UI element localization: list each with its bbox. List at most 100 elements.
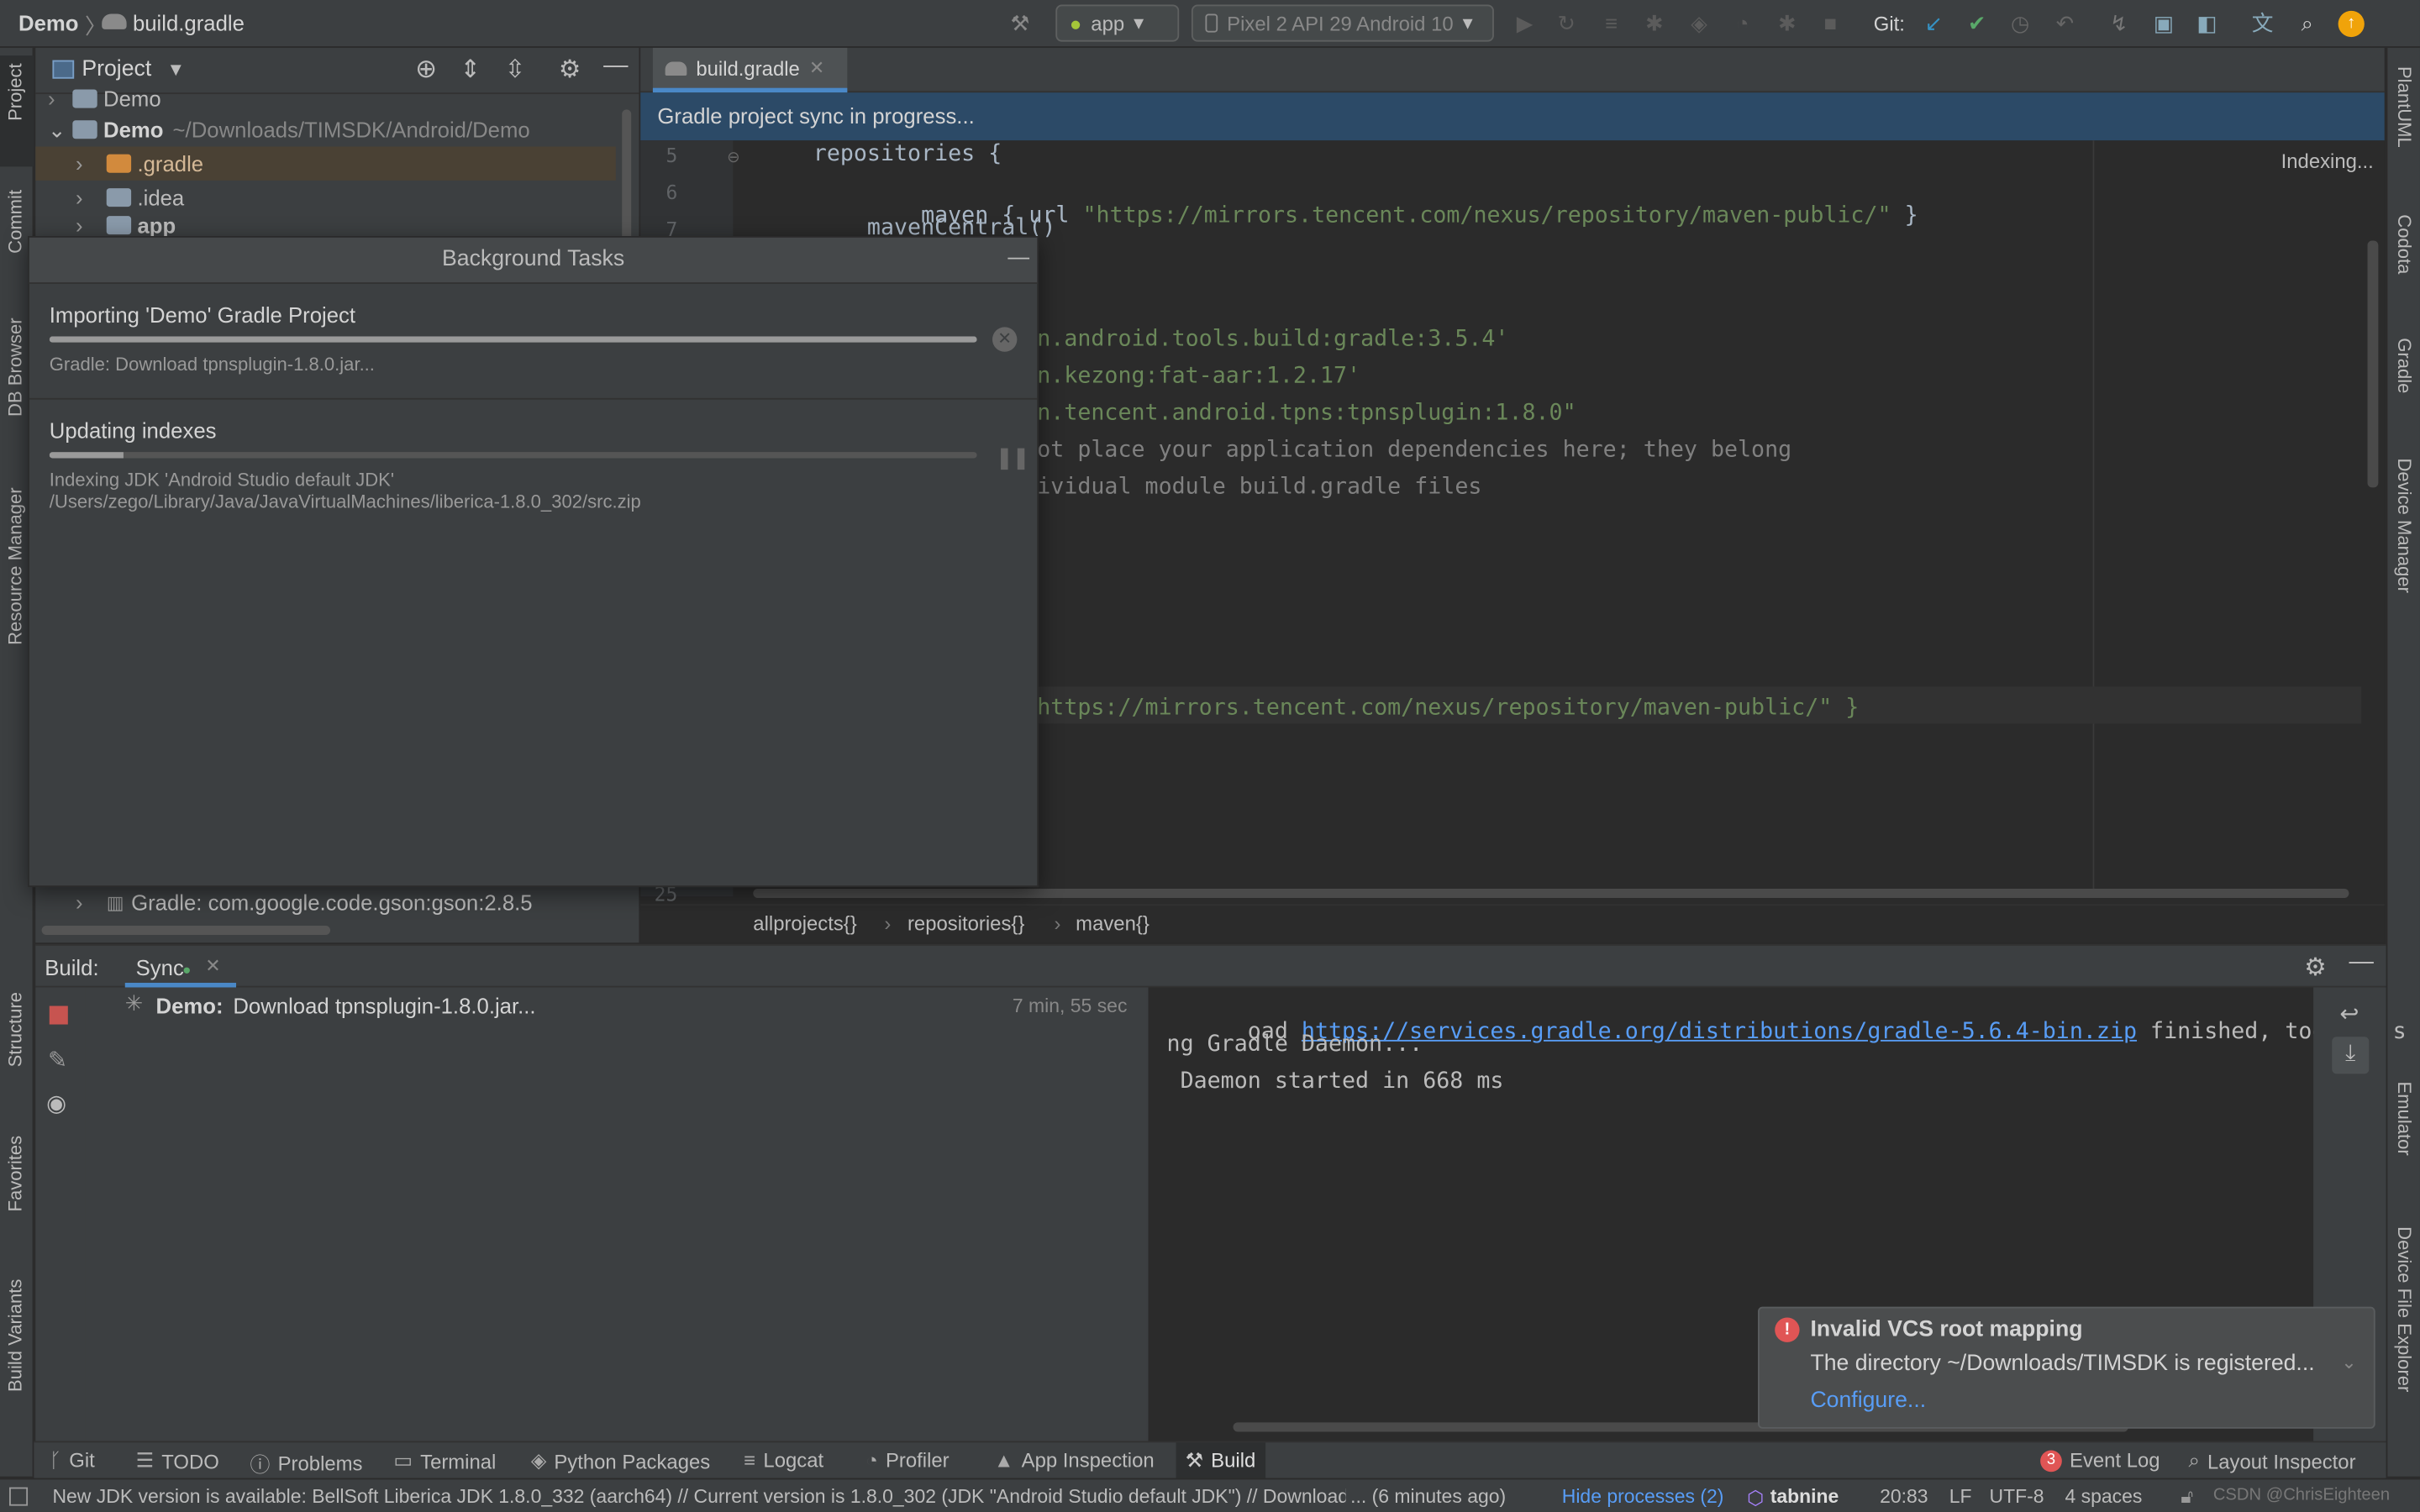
apply-changes-icon[interactable]: ↻ (1553, 9, 1581, 37)
code-line[interactable]: n.android.tools.build:gradle:3.5.4' (1037, 327, 1508, 351)
horizontal-scrollbar[interactable] (41, 926, 331, 936)
tool-profiler[interactable]: ◔ Profiler (865, 1449, 949, 1473)
code-line[interactable]: n.tencent.android.tpns:tpnsplugin:1.8.0" (1037, 402, 1576, 426)
tool-commit[interactable]: Commit (5, 190, 27, 254)
console-link[interactable]: https://services.gradle.org/distribution… (1302, 1020, 2137, 1044)
git-history-icon[interactable]: ◷ (2007, 9, 2034, 37)
apply-code-icon[interactable]: ≡ (1597, 9, 1625, 37)
status-message[interactable]: New JDK version is available: BellSoft L… (52, 1486, 1345, 1508)
code-comment[interactable]: ividual module build.gradle files (1037, 475, 1481, 500)
tool-gradle[interactable]: Gradle (2394, 338, 2416, 393)
build-task-row[interactable]: ✳ Demo: Download tpnsplugin-1.8.0.jar...… (85, 987, 1147, 1024)
expand-icon[interactable]: ⌄ (2341, 1352, 2356, 1373)
code-line[interactable]: n.kezong:fat-aar:1.2.17' (1037, 364, 1360, 388)
tool-resource-manager[interactable]: Resource Manager (5, 487, 27, 644)
hide-processes-link[interactable]: Hide processes (2) (1562, 1486, 1724, 1508)
line-separator[interactable]: LF (1949, 1486, 1972, 1508)
tool-git[interactable]: ᚴ Git (50, 1449, 95, 1473)
coverage-icon[interactable]: ◈ (1686, 9, 1713, 37)
tool-plantuml[interactable]: PlantUML (2394, 66, 2416, 148)
code-line[interactable]: repositories { (760, 142, 1002, 166)
tool-codota[interactable]: Codota (2394, 214, 2416, 274)
breadcrumb-allprojects[interactable]: allprojects{} (753, 911, 856, 935)
stop-icon[interactable] (49, 1005, 68, 1025)
run-config-select[interactable]: ● app ▾ (1055, 4, 1180, 42)
debug-icon[interactable]: ✱ (1640, 9, 1668, 37)
run-icon[interactable]: ▶ (1511, 9, 1539, 37)
toggle-tool-windows-icon[interactable] (9, 1487, 29, 1506)
tool-event-log[interactable]: 3 Event Log (2040, 1449, 2160, 1472)
device-manager-icon[interactable]: ▣ (2150, 9, 2178, 37)
profile-icon[interactable]: ◔ (1728, 9, 1756, 37)
eye-icon[interactable]: ◉ (46, 1089, 66, 1117)
device-select[interactable]: Pixel 2 API 29 Android 10 ▾ (1191, 4, 1494, 42)
tree-item-library[interactable]: › ▥ Gradle: com.google.code.gson:gson:2.… (35, 885, 622, 919)
tree-item-demo-root[interactable]: › Demo (35, 81, 622, 115)
file-encoding[interactable]: UTF-8 (1990, 1486, 2044, 1508)
tab-sync[interactable]: Sync ✕ (124, 946, 237, 988)
tree-item-app-folder[interactable]: › app (35, 214, 622, 236)
sdk-manager-icon[interactable]: ◧ (2193, 9, 2221, 37)
close-icon[interactable]: ✕ (205, 955, 220, 977)
tree-item-gradle-folder[interactable]: › .gradle (35, 146, 616, 181)
git-update-icon[interactable]: ↙ (1920, 9, 1948, 37)
git-commit-icon[interactable]: ✔ (1963, 9, 1991, 37)
translate-icon[interactable]: 文 (2249, 9, 2276, 37)
chevron-down-icon[interactable]: ▼ (166, 59, 185, 81)
breadcrumb-maven[interactable]: maven{} (1076, 911, 1150, 935)
notification-balloon[interactable]: ! Invalid VCS root mapping The directory… (1758, 1306, 2375, 1429)
gear-icon[interactable]: ⚙ (2304, 952, 2326, 983)
configure-link[interactable]: Configure... (1810, 1389, 1926, 1413)
hide-panel-icon[interactable]: — (603, 52, 628, 80)
tool-device-file-explorer[interactable]: Device File Explorer (2394, 1226, 2416, 1392)
editor-horizontal-scrollbar[interactable] (753, 888, 2349, 898)
project-view-select[interactable]: Project (82, 57, 151, 81)
soft-wrap-icon[interactable]: ↩ (2339, 1000, 2359, 1027)
tool-logcat[interactable]: ≡ Logcat (744, 1449, 823, 1473)
tool-project[interactable]: Project (5, 63, 27, 121)
tool-build[interactable]: ⚒ Build (1176, 1442, 1265, 1478)
hide-panel-icon[interactable]: — (2349, 949, 2373, 977)
attach-debugger-icon[interactable]: ✱ (1773, 9, 1801, 37)
editor-vertical-scrollbar[interactable] (2367, 240, 2379, 488)
breadcrumb-file[interactable]: build.gradle (133, 11, 245, 35)
code-line[interactable]: https://mirrors.tencent.com/nexus/reposi… (1037, 696, 1859, 720)
tool-terminal[interactable]: ▭ Terminal (393, 1449, 496, 1473)
tree-item-demo-module[interactable]: ⌄ Demo ~/Downloads/TIMSDK/Android/Demo (35, 113, 622, 146)
tool-todo[interactable]: ☰ TODO (136, 1449, 219, 1473)
locate-icon[interactable]: ⊕ (415, 54, 437, 85)
tool-db-browser[interactable]: DB Browser (5, 318, 27, 417)
expand-all-icon[interactable]: ⇕ (460, 54, 481, 85)
update-icon[interactable]: ↑ (2338, 10, 2365, 38)
breadcrumb-repositories[interactable]: repositories{} (908, 911, 1024, 935)
lock-icon[interactable]: 🔓︎ (2181, 1486, 2193, 1509)
pause-icon[interactable]: ❚❚ (996, 444, 1030, 470)
cancel-task-icon[interactable]: ✕ (992, 327, 1018, 352)
scroll-to-end-icon[interactable]: ⤓ (2332, 1037, 2370, 1074)
tool-emulator[interactable]: Emulator (2394, 1082, 2416, 1156)
pin-icon[interactable]: ✎ (48, 1046, 67, 1074)
caret-position[interactable]: 20:83 (1880, 1486, 1928, 1508)
code-comment[interactable]: ot place your application dependencies h… (1037, 438, 1791, 463)
git-rollback-icon[interactable]: ↶ (2051, 9, 2079, 37)
indent-setting[interactable]: 4 spaces (2065, 1486, 2143, 1508)
tool-app-inspection[interactable]: ▲ App Inspection (994, 1449, 1155, 1473)
tabnine-label[interactable]: tabnine (1770, 1486, 1839, 1508)
gradle-sync-icon[interactable]: ↯ (2105, 9, 2133, 37)
minimize-icon[interactable]: — (1007, 244, 1029, 268)
breadcrumb-project[interactable]: Demo (18, 11, 78, 35)
close-icon[interactable]: ✕ (809, 57, 824, 79)
collapse-all-icon[interactable]: ⇳ (505, 54, 526, 85)
tree-item-idea-folder[interactable]: › .idea (35, 181, 622, 214)
build-hammer-icon[interactable]: ⚒ (1007, 9, 1034, 37)
vertical-scrollbar[interactable] (622, 109, 632, 249)
tool-favorites[interactable]: Favorites (5, 1136, 27, 1212)
tool-layout-inspector[interactable]: ⌕ Layout Inspector (2188, 1449, 2355, 1473)
fold-icon[interactable]: ⊖ (727, 150, 739, 166)
gear-icon[interactable]: ⚙ (559, 54, 581, 85)
tool-structure[interactable]: Structure (5, 992, 27, 1067)
tool-build-variants[interactable]: Build Variants (5, 1279, 27, 1392)
tool-device-manager[interactable]: Device Manager (2394, 458, 2416, 592)
stop-icon[interactable]: ■ (1817, 9, 1844, 37)
tool-problems[interactable]: ⓘ Problems (250, 1449, 363, 1478)
